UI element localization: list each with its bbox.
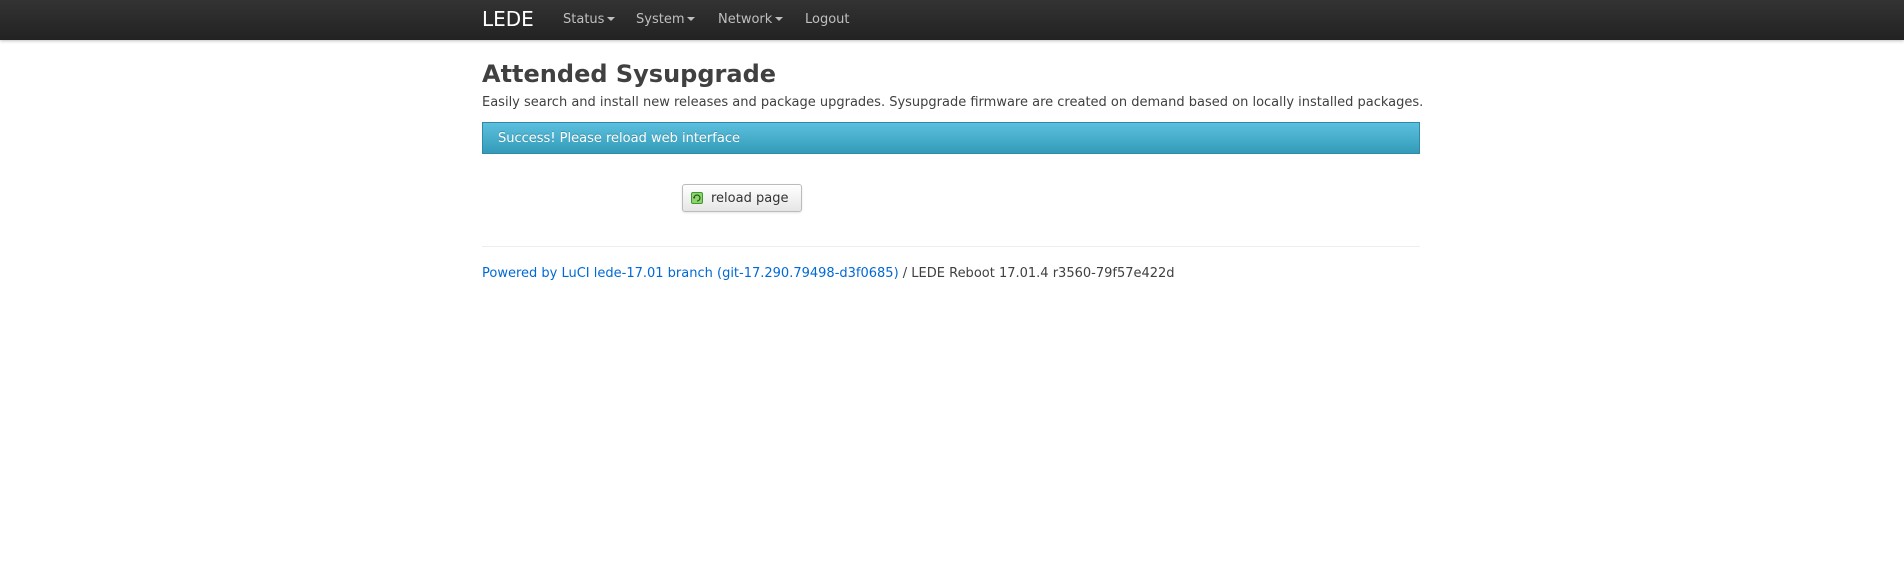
caret-down-icon (607, 16, 616, 21)
nav-menu-network[interactable]: Network (718, 12, 784, 27)
top-navbar: LEDE Status System Network Logout (0, 0, 1904, 40)
caret-down-icon (775, 16, 784, 21)
success-alert-text: Success! Please reload web interface (498, 131, 740, 146)
footer: Powered by LuCI lede-17.01 branch (git-1… (482, 266, 1175, 281)
luci-version-link[interactable]: Powered by LuCI lede-17.01 branch (git-1… (482, 266, 899, 281)
reload-icon (691, 192, 703, 204)
reload-page-button-label: reload page (711, 190, 789, 206)
page-description: Easily search and install new releases a… (482, 95, 1424, 110)
brand-link[interactable]: LEDE (482, 7, 534, 31)
caret-down-icon (687, 16, 696, 21)
nav-menu-status[interactable]: Status (563, 12, 616, 27)
nav-menu-logout-label: Logout (805, 12, 850, 27)
page-title: Attended Sysupgrade (482, 60, 777, 88)
success-alert: Success! Please reload web interface (482, 122, 1420, 154)
nav-menu-system[interactable]: System (636, 12, 696, 27)
nav-menu-system-label: System (636, 12, 685, 27)
nav-menu-logout[interactable]: Logout (805, 12, 850, 27)
reload-page-button[interactable]: reload page (682, 184, 803, 212)
firmware-version-text: / LEDE Reboot 17.01.4 r3560-79f57e422d (898, 266, 1175, 281)
nav-menu-network-label: Network (718, 12, 773, 27)
nav-menu-status-label: Status (563, 12, 605, 27)
footer-divider (482, 246, 1420, 247)
